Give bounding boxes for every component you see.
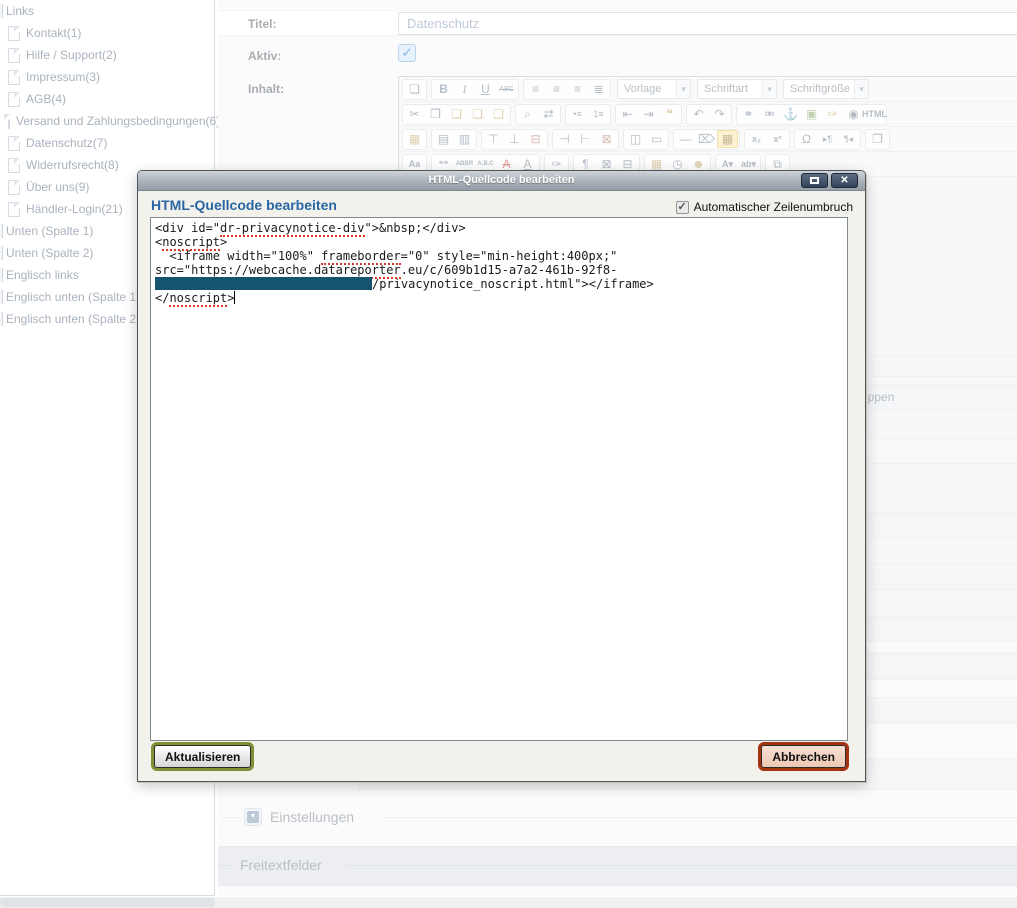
maximize-icon bbox=[810, 177, 819, 184]
code-line: <noscript> bbox=[155, 235, 843, 249]
dialog-heading: HTML-Quellcode bearbeiten bbox=[151, 197, 337, 213]
code-text: src=" bbox=[155, 263, 191, 277]
word-wrap-label: Automatischer Zeilenumbruch bbox=[694, 200, 853, 214]
code-text: > bbox=[227, 291, 234, 305]
dialog-titlebar[interactable]: HTML-Quellcode bearbeiten ✕ bbox=[138, 171, 865, 191]
code-line: src="https://webcache.datareporter.eu/c/… bbox=[155, 263, 843, 277]
code-text: <iframe width="100%" bbox=[155, 249, 321, 263]
code-textarea[interactable]: <div id="dr-privacynotice-div">&nbsp;</d… bbox=[150, 217, 848, 741]
text-caret bbox=[234, 291, 235, 304]
code-text: dr-privacynotice-div bbox=[220, 221, 365, 237]
word-wrap-checkbox[interactable]: ✓ bbox=[676, 201, 689, 214]
code-line: <iframe width="100%" frameborder="0" sty… bbox=[155, 249, 843, 263]
code-text: <div id=" bbox=[155, 221, 220, 235]
update-button[interactable]: Aktualisieren bbox=[154, 745, 251, 768]
html-source-dialog: HTML-Quellcode bearbeiten ✕ HTML-Quellco… bbox=[137, 170, 866, 782]
code-line: </noscript> bbox=[155, 291, 843, 305]
dialog-window-title: HTML-Quellcode bearbeiten bbox=[138, 171, 865, 190]
redaction-block bbox=[155, 277, 372, 290]
cancel-button[interactable]: Abbrechen bbox=[761, 745, 846, 768]
maximize-button[interactable] bbox=[801, 173, 828, 188]
code-text: </ bbox=[155, 291, 169, 305]
close-icon: ✕ bbox=[840, 176, 848, 186]
code-text: /privacynotice_noscript.html"></iframe> bbox=[372, 277, 654, 291]
word-wrap-option: ✓ Automatischer Zeilenumbruch bbox=[676, 200, 853, 214]
screen: Links Kontakt(1)Hilfe / Support(2)Impres… bbox=[0, 0, 1017, 908]
code-text: ">&nbsp;</div> bbox=[365, 221, 466, 235]
code-text: noscript bbox=[169, 291, 227, 307]
code-line: <div id="dr-privacynotice-div">&nbsp;</d… bbox=[155, 221, 843, 235]
code-text: .eu/c/609b1d15-a7a2-461b-92f8- bbox=[401, 263, 618, 277]
code-line: /privacynotice_noscript.html"></iframe> bbox=[155, 277, 843, 291]
close-button[interactable]: ✕ bbox=[831, 173, 858, 188]
code-text: > bbox=[220, 235, 227, 249]
code-text: ="0" style="min-height:400px;" bbox=[401, 249, 618, 263]
